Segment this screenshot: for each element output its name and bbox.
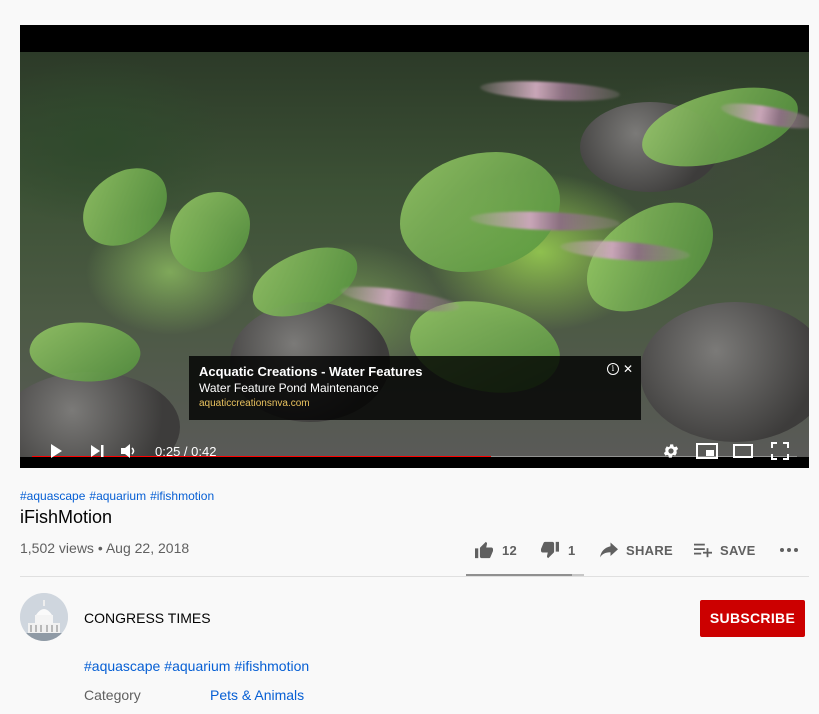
thumbs-up-icon: [475, 541, 493, 559]
video-scene-fish: [339, 281, 461, 317]
hashtag-link[interactable]: #ifishmotion: [234, 658, 309, 674]
play-icon: [51, 443, 62, 458]
subscribe-button[interactable]: SUBSCRIBE: [700, 600, 805, 637]
ad-url[interactable]: aquaticcreationsnva.com: [199, 396, 631, 412]
video-scene-leaf: [70, 158, 180, 256]
video-meta: 1,502 views • Aug 22, 2018: [20, 540, 190, 556]
save-button[interactable]: SAVE: [694, 540, 756, 560]
video-hashtags: #aquascape #aquarium #ifishmotion: [20, 489, 218, 503]
dislike-count: 1: [568, 542, 576, 558]
share-label: SHARE: [626, 542, 674, 558]
overlay-ad[interactable]: Acquatic Creations - Water Features Wate…: [189, 356, 641, 420]
more-actions-button[interactable]: [779, 540, 807, 560]
play-button[interactable]: [45, 437, 67, 464]
dislike-button[interactable]: 1: [540, 540, 576, 560]
video-player[interactable]: Acquatic Creations - Water Features Wate…: [20, 25, 809, 468]
skip-next-icon: [91, 444, 104, 457]
divider: [20, 576, 809, 577]
more-horizontal-icon: [780, 548, 798, 552]
video-scene-fish: [479, 78, 621, 104]
share-button[interactable]: SHARE: [600, 540, 673, 560]
video-scene-leaf: [170, 192, 250, 272]
thumbs-down-icon: [541, 541, 559, 559]
close-icon[interactable]: ✕: [623, 363, 633, 375]
theater-mode-button[interactable]: [731, 437, 755, 464]
video-scene-rock: [640, 302, 809, 442]
volume-button[interactable]: [118, 437, 140, 464]
ad-controls: i ✕: [606, 363, 633, 375]
volume-icon: [121, 443, 135, 458]
miniplayer-icon: [696, 442, 718, 459]
category-link[interactable]: Pets & Animals: [210, 687, 304, 703]
channel-name[interactable]: CONGRESS TIMES: [84, 610, 211, 626]
miniplayer-button[interactable]: [695, 437, 719, 464]
category-label: Category: [84, 687, 141, 703]
hashtag-link[interactable]: #aquascape: [84, 658, 160, 674]
ad-subtitle: Water Feature Pond Maintenance: [199, 381, 379, 395]
video-frame[interactable]: Acquatic Creations - Water Features Wate…: [20, 52, 809, 457]
video-scene-leaf: [635, 78, 805, 176]
video-title: iFishMotion: [20, 507, 113, 527]
hashtag-link[interactable]: #ifishmotion: [150, 489, 214, 503]
channel-avatar[interactable]: [20, 593, 68, 641]
hashtag-link[interactable]: #aquascape: [20, 489, 85, 503]
like-button[interactable]: 12: [474, 540, 517, 560]
hashtag-link[interactable]: #aquarium: [89, 489, 146, 503]
share-icon: [600, 542, 618, 558]
ad-title[interactable]: Acquatic Creations - Water Features: [199, 364, 631, 380]
next-button[interactable]: [86, 437, 108, 464]
fullscreen-icon: [771, 441, 789, 460]
fullscreen-button[interactable]: [768, 437, 792, 464]
settings-button[interactable]: [660, 437, 682, 464]
time-display: 0:25 / 0:42: [155, 444, 217, 459]
info-icon[interactable]: i: [606, 363, 619, 375]
player-controls: 0:25 / 0:42: [20, 437, 809, 464]
hashtag-link[interactable]: #aquarium: [164, 658, 230, 674]
playlist-add-icon: [694, 543, 712, 558]
capitol-building-icon: [20, 593, 68, 641]
like-count: 12: [502, 542, 518, 558]
description-hashtags: #aquascape #aquarium #ifishmotion: [84, 658, 313, 674]
gear-icon: [663, 443, 679, 458]
save-label: SAVE: [720, 542, 756, 558]
theater-mode-icon: [733, 443, 753, 458]
